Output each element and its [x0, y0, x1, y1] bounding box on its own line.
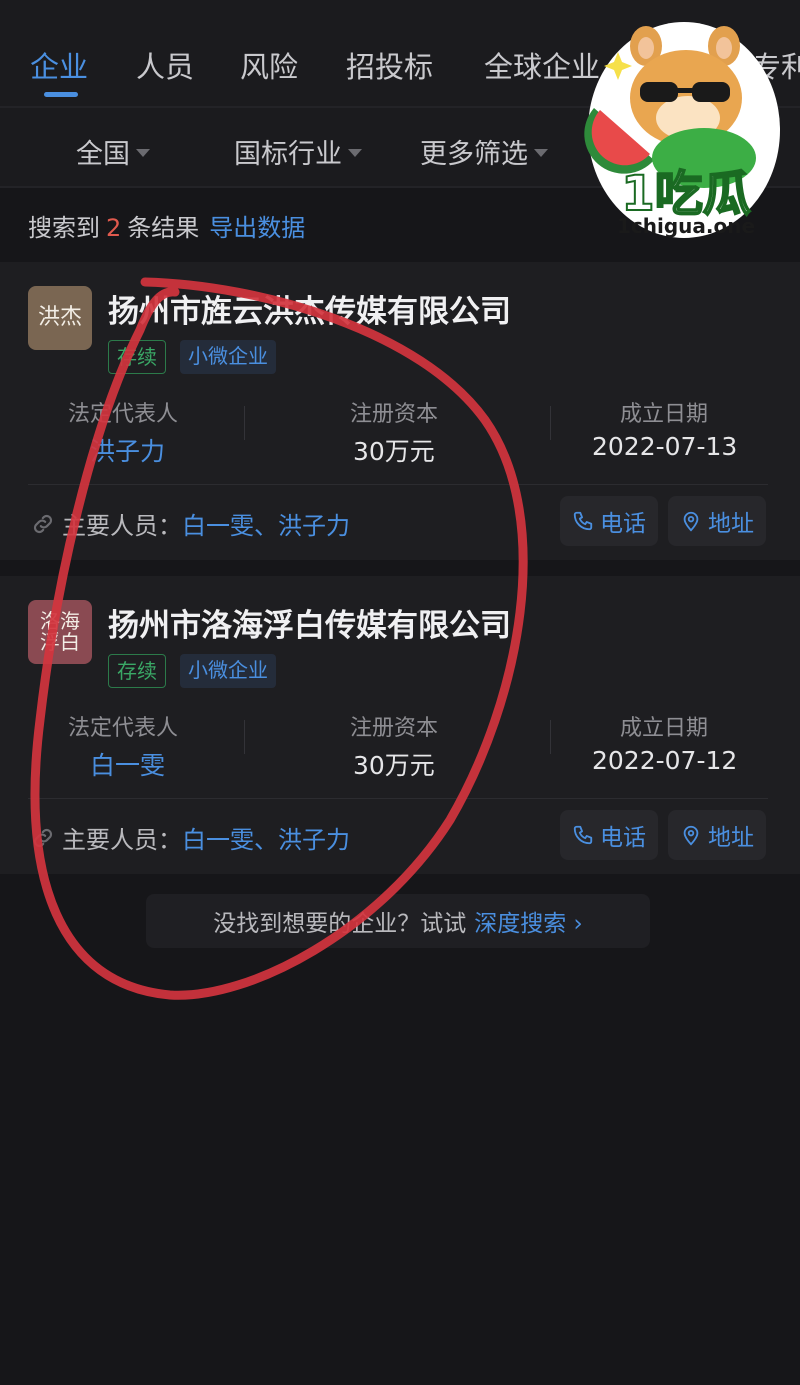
location-pin-icon	[683, 511, 699, 532]
company-tag-badge: 小微企业	[180, 340, 276, 374]
tab-company[interactable]: 企业	[30, 44, 88, 86]
company-card[interactable]: 洪杰 扬州市旌云洪杰传媒有限公司 存续 小微企业 法定代表人 洪子力 注册资本 …	[0, 262, 800, 560]
tab-people[interactable]: 人员	[136, 44, 194, 86]
legal-rep-label: 法定代表人	[68, 716, 179, 741]
key-people-names[interactable]: 白一雯、洪子力	[182, 820, 350, 855]
status-badge: 存续	[108, 340, 166, 374]
info-separator	[244, 720, 245, 754]
legal-rep-label: 法定代表人	[68, 402, 179, 427]
filter-region[interactable]: 全国	[76, 132, 150, 171]
key-people-label: 主要人员：	[62, 826, 182, 854]
capital-value: 30万元	[353, 751, 435, 780]
deep-search-text: 没找到想要的企业？试试	[213, 911, 467, 937]
key-people: 主要人员： 白一雯、洪子力	[30, 820, 350, 855]
phone-icon	[573, 511, 593, 531]
address-button-label: 地址	[708, 511, 754, 537]
watermark-url: 1chigua.one	[616, 214, 756, 238]
capital-label: 注册资本	[350, 402, 439, 427]
legal-rep-value[interactable]: 白一雯	[90, 746, 165, 782]
caret-down-icon	[348, 148, 362, 157]
legal-rep-value[interactable]: 洪子力	[90, 432, 165, 468]
filter-more-label: 更多筛选	[420, 139, 528, 170]
tab-bidding[interactable]: 招投标	[346, 44, 433, 86]
capital-value: 30万元	[353, 437, 435, 466]
export-data-link[interactable]: 导出数据	[209, 214, 305, 242]
company-name[interactable]: 扬州市洛海浮白传媒有限公司	[108, 600, 511, 645]
key-people-names[interactable]: 白一雯、洪子力	[182, 506, 350, 541]
card-divider	[28, 484, 768, 485]
caret-down-icon	[534, 148, 548, 157]
company-avatar: 洛海 浮白	[28, 600, 92, 664]
phone-button[interactable]: 电话	[560, 496, 658, 546]
caret-down-icon	[136, 148, 150, 157]
filter-more[interactable]: 更多筛选	[420, 132, 548, 171]
filter-industry-label: 国标行业	[234, 139, 342, 170]
company-tag-badge: 小微企业	[180, 654, 276, 688]
company-avatar-line: 洛海	[40, 609, 80, 633]
company-avatar: 洪杰	[28, 286, 92, 350]
filter-region-label: 全国	[76, 139, 130, 170]
founded-value: 2022-07-13	[592, 432, 738, 461]
capital-label: 注册资本	[350, 716, 439, 741]
key-people-label: 主要人员：	[62, 512, 182, 540]
founded-label: 成立日期	[620, 716, 709, 741]
company-card[interactable]: 洛海 浮白 扬州市洛海浮白传媒有限公司 存续 小微企业 法定代表人 白一雯 注册…	[0, 576, 800, 874]
location-pin-icon	[683, 825, 699, 846]
deep-search-link[interactable]: 深度搜索 ›	[474, 904, 583, 938]
result-count: 2	[106, 214, 122, 242]
watermark-logo: 1吃瓜 1chigua.one	[584, 18, 788, 254]
result-suffix: 条结果	[127, 214, 200, 242]
address-button-label: 地址	[708, 825, 754, 851]
result-summary: 搜索到 2 条结果 导出数据	[28, 208, 305, 243]
phone-button[interactable]: 电话	[560, 810, 658, 860]
link-icon	[33, 514, 53, 533]
phone-icon	[573, 825, 593, 845]
info-separator	[244, 406, 245, 440]
address-button[interactable]: 地址	[668, 810, 766, 860]
filter-industry[interactable]: 国标行业	[234, 132, 362, 171]
phone-button-label: 电话	[600, 511, 646, 537]
deep-search-prompt: 没找到想要的企业？试试 深度搜索 ›	[146, 894, 650, 948]
status-badge: 存续	[108, 654, 166, 688]
phone-button-label: 电话	[600, 825, 646, 851]
founded-value: 2022-07-12	[592, 746, 738, 775]
tab-global-company[interactable]: 全球企业	[484, 44, 600, 86]
link-icon	[33, 828, 53, 847]
founded-label: 成立日期	[620, 402, 709, 427]
company-avatar-line: 浮白	[40, 630, 80, 654]
info-separator	[550, 720, 551, 754]
tab-risk[interactable]: 风险	[240, 44, 298, 86]
active-tab-indicator	[44, 92, 78, 97]
key-people: 主要人员： 白一雯、洪子力	[30, 506, 350, 541]
card-divider	[28, 798, 768, 799]
info-separator	[550, 406, 551, 440]
address-button[interactable]: 地址	[668, 496, 766, 546]
company-name[interactable]: 扬州市旌云洪杰传媒有限公司	[108, 286, 511, 331]
result-prefix: 搜索到	[28, 214, 100, 242]
